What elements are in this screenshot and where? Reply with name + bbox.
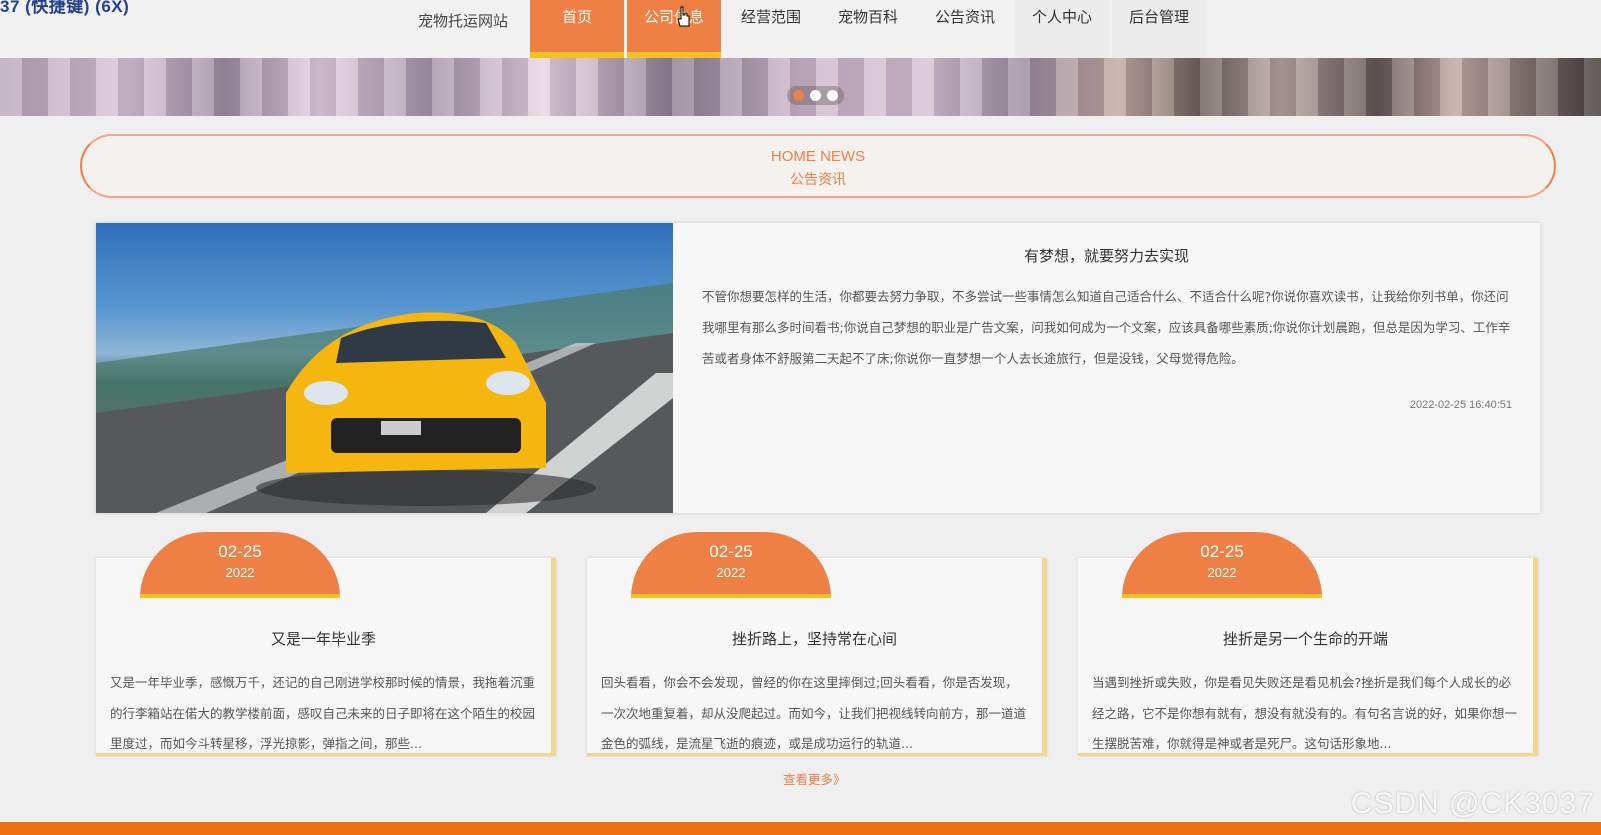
nav-item-personal-center[interactable]: 个人中心 <box>1015 0 1109 58</box>
site-name: 宠物托运网站 <box>418 12 509 30</box>
car-photo-illustration <box>96 283 673 513</box>
top-navigation-bar: 宠物托运网站 首页 公司信息 经营范围 宠物百科 公告资讯 个人中心 后台管理 <box>0 0 1601 58</box>
card-title[interactable]: 挫折路上，坚持常在心间 <box>587 628 1042 649</box>
news-card[interactable]: 02-25 2022 挫折是另一个生命的开端 当遇到挫折或失败，你是看见失败还是… <box>1078 532 1538 756</box>
date-year: 2022 <box>225 565 255 580</box>
section-header: HOME NEWS 公告资讯 <box>80 134 1556 198</box>
card-title[interactable]: 又是一年毕业季 <box>96 628 551 649</box>
featured-timestamp: 2022-02-25 16:40:51 <box>1409 399 1512 411</box>
featured-car-image[interactable] <box>96 223 673 513</box>
date-month-day: 02-25 <box>709 542 753 561</box>
date-badge: 02-25 2022 <box>631 532 831 598</box>
nav-item-business-scope[interactable]: 经营范围 <box>724 0 818 58</box>
section-title-en: HOME NEWS <box>770 148 866 165</box>
news-card[interactable]: 02-25 2022 挫折路上，坚持常在心间 回头看看，你会不会发现，曾经的你在… <box>587 532 1047 756</box>
date-month-day: 02-25 <box>218 542 262 561</box>
nav-item-company-info[interactable]: 公司信息 <box>627 0 721 58</box>
featured-title[interactable]: 有梦想，就要努力去实现 <box>673 245 1540 266</box>
card-summary: 回头看看，你会不会发现，曾经的你在这里摔倒过;回头看看，你是否发现，一次次地重复… <box>601 675 1027 751</box>
watermark: CSDN @CK3037 <box>1350 787 1595 820</box>
video-overlay-caption: 37 (快捷键) (6X) <box>0 0 130 16</box>
main-nav: 首页 公司信息 经营范围 宠物百科 公告资讯 个人中心 后台管理 <box>530 0 1209 58</box>
carousel-dot-1[interactable] <box>793 90 804 101</box>
nav-item-home[interactable]: 首页 <box>530 0 624 58</box>
card-title[interactable]: 挫折是另一个生命的开端 <box>1078 628 1533 649</box>
carousel-indicator <box>787 86 844 105</box>
nav-item-admin[interactable]: 后台管理 <box>1112 0 1206 58</box>
news-card[interactable]: 02-25 2022 又是一年毕业季 又是一年毕业季，感慨万千，还记的自己刚进学… <box>96 532 556 756</box>
hand-cursor-icon <box>677 6 690 27</box>
date-year: 2022 <box>716 565 746 580</box>
card-summary: 又是一年毕业季，感慨万千，还记的自己刚进学校那时候的情景，我拖着沉重的行李箱站在… <box>110 675 536 751</box>
featured-news[interactable]: 有梦想，就要努力去实现 不管你想要怎样的生活，你都要去努力争取，不多尝试一些事情… <box>96 223 1540 513</box>
date-badge: 02-25 2022 <box>140 532 340 598</box>
section-title-cn: 公告资讯 <box>790 172 846 188</box>
nav-item-pet-encyclopedia[interactable]: 宠物百科 <box>821 0 915 58</box>
featured-summary: 不管你想要怎样的生活，你都要去努力争取，不多尝试一些事情怎么知道自己适合什么、不… <box>702 289 1511 366</box>
footer-bar <box>0 822 1601 835</box>
view-more-link[interactable]: 查看更多》 <box>783 769 846 788</box>
date-year: 2022 <box>1207 565 1237 580</box>
date-month-day: 02-25 <box>1200 542 1244 561</box>
date-badge: 02-25 2022 <box>1122 532 1322 598</box>
nav-item-announcements[interactable]: 公告资讯 <box>918 0 1012 58</box>
card-summary: 当遇到挫折或失败，你是看见失败还是看见机会?挫折是我们每个人成长的必经之路，它不… <box>1092 675 1518 751</box>
carousel-dot-2[interactable] <box>810 90 821 101</box>
carousel-dot-3[interactable] <box>827 90 838 101</box>
